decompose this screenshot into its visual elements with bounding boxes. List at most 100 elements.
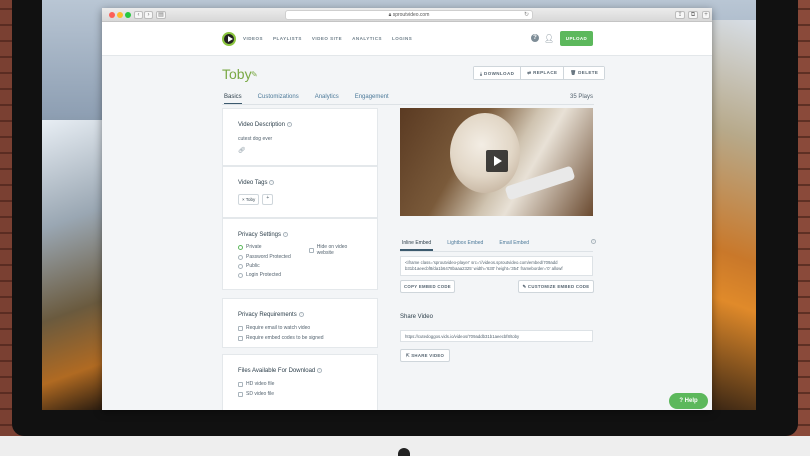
video-actions: ⤓ DOWNLOAD ⇄ REPLACE 🗑︎ DELETE <box>473 66 606 80</box>
requirements-heading: Privacy Requirements i <box>238 312 362 318</box>
checkbox-icon <box>238 381 243 387</box>
radio-private-label: Private <box>246 244 262 251</box>
wallpaper-mountain-left <box>42 120 102 410</box>
radio-icon <box>238 272 243 278</box>
radio-password-label: Password Protected <box>246 254 291 261</box>
info-icon[interactable]: i <box>298 312 304 317</box>
require-signed-checkbox[interactable]: Require embed codes to be signed <box>238 335 362 341</box>
radio-login-protected[interactable]: Login Protected <box>238 272 281 278</box>
tabs-icon[interactable]: ⧉ <box>688 11 698 19</box>
checkbox-icon <box>309 247 314 253</box>
video-title: Toby <box>222 66 252 82</box>
radio-public[interactable]: Public <box>238 263 260 269</box>
tag-list: × Toby + <box>238 194 362 206</box>
share-video-label: SHARE VIDEO <box>411 352 445 358</box>
files-heading-text: Files Available For Download <box>238 368 316 375</box>
requirements-card: Privacy Requirements i Require email to w… <box>222 298 378 348</box>
tags-heading-text: Video Tags <box>238 180 268 187</box>
radio-selected-icon <box>238 244 243 250</box>
help-circle-icon[interactable]: ? <box>531 34 539 42</box>
tag-label: Toby <box>245 197 256 203</box>
tab-inline-embed[interactable]: Inline Embed <box>400 240 434 251</box>
info-icon[interactable]: i <box>269 180 275 185</box>
share-heading: Share Video <box>400 314 433 320</box>
nav-videos[interactable]: VIDEOS <box>243 36 263 41</box>
copy-embed-code-button[interactable]: COPY EMBED CODE <box>400 280 455 293</box>
browser-titlebar: ‹ › ▤ 🔒︎ sproutvideo.com ↻ ⇪ ⧉ + <box>102 8 712 22</box>
upload-button[interactable]: UPLOAD <box>560 31 593 46</box>
address-text: sproutvideo.com <box>392 12 430 18</box>
require-email-checkbox[interactable]: Require email to watch video <box>238 325 362 331</box>
info-icon[interactable]: i <box>317 368 323 373</box>
video-player[interactable] <box>400 108 593 216</box>
info-icon[interactable]: i <box>283 232 289 237</box>
nav-video-site[interactable]: VIDEO SITE <box>312 36 342 41</box>
tab-lightbox-embed[interactable]: Lightbox Embed <box>445 240 485 251</box>
help-label: Help <box>684 398 698 404</box>
edit-pencil-icon[interactable]: ✎ <box>251 70 258 79</box>
play-icon[interactable] <box>486 150 508 172</box>
link-icon[interactable]: 🔗︎ <box>238 147 362 154</box>
customize-embed-code-button[interactable]: ✎ CUSTOMIZE EMBED CODE <box>518 280 594 293</box>
reload-icon[interactable]: ↻ <box>524 11 529 20</box>
user-icon[interactable]: 👤︎ <box>544 34 554 43</box>
hide-on-site-checkbox[interactable]: Hide on video website <box>309 244 362 256</box>
tags-card: Video Tags i × Toby + <box>222 166 378 218</box>
new-tab-icon[interactable]: + <box>702 11 710 19</box>
info-icon[interactable]: i <box>286 122 292 127</box>
require-email-label: Require email to watch video <box>246 325 311 332</box>
download-button[interactable]: ⤓ DOWNLOAD <box>474 67 522 79</box>
delete-button[interactable]: 🗑︎ DELETE <box>564 67 605 79</box>
sidebar-icon[interactable]: ▤ <box>156 11 166 19</box>
sd-file-checkbox[interactable]: SD video file <box>238 391 362 397</box>
minimize-window-button[interactable] <box>117 12 123 18</box>
replace-label: REPLACE <box>533 70 558 75</box>
description-text[interactable]: cutest dog ever <box>238 136 362 142</box>
embed-tabs: Inline Embed Lightbox Embed Email Embed <box>400 240 593 252</box>
address-bar[interactable]: 🔒︎ sproutvideo.com ↻ <box>285 10 533 20</box>
radio-icon <box>238 254 243 260</box>
hd-file-label: HD video file <box>246 381 275 388</box>
radio-private[interactable]: Private <box>238 244 262 250</box>
nav-logins[interactable]: LOGINS <box>392 36 412 41</box>
radio-password-protected[interactable]: Password Protected <box>238 254 291 260</box>
description-card: Video Description i cutest dog ever 🔗︎ <box>222 108 378 166</box>
hd-file-checkbox[interactable]: HD video file <box>238 381 362 387</box>
video-thumbnail <box>450 113 520 193</box>
tags-heading: Video Tags i <box>238 180 362 186</box>
basics-left-column: Video Description i cutest dog ever 🔗︎ Vi… <box>222 108 378 410</box>
nav-playlists[interactable]: PLAYLISTS <box>273 36 302 41</box>
help-button[interactable]: ? Help <box>669 393 708 409</box>
delete-label: DELETE <box>578 70 599 75</box>
privacy-card: Privacy Settings i Private Password Prote… <box>222 218 378 290</box>
sproutvideo-logo-icon[interactable] <box>222 32 236 46</box>
tab-email-embed[interactable]: Email Embed <box>497 240 531 251</box>
download-label: DOWNLOAD <box>484 70 515 76</box>
require-signed-label: Require embed codes to be signed <box>246 335 324 342</box>
apple-logo-icon <box>398 448 410 456</box>
add-tag-button[interactable]: + <box>262 194 274 206</box>
share-url-field[interactable]: https://cutedoggos.vids.io/videos/709add… <box>400 330 593 342</box>
files-heading: Files Available For Download i <box>238 368 362 374</box>
hide-on-site-label: Hide on video website <box>316 244 348 257</box>
radio-icon <box>238 263 243 269</box>
checkbox-icon <box>238 335 243 341</box>
tag-item[interactable]: × Toby <box>238 194 260 206</box>
embed-code-field[interactable]: <iframe class='sproutvideo-player' src='… <box>400 256 593 276</box>
close-window-button[interactable] <box>109 12 115 18</box>
info-icon[interactable]: i <box>591 239 596 244</box>
forward-icon[interactable]: › <box>144 11 153 19</box>
tab-divider <box>222 104 594 105</box>
back-icon[interactable]: ‹ <box>134 11 143 19</box>
share-icon[interactable]: ⇪ <box>675 11 685 19</box>
lock-icon: 🔒︎ <box>388 12 392 18</box>
sd-file-label: SD video file <box>246 391 275 398</box>
privacy-heading-text: Privacy Settings <box>238 232 282 239</box>
share-video-button[interactable]: ⇱ SHARE VIDEO <box>400 349 450 362</box>
replace-button[interactable]: ⇄ REPLACE <box>521 67 565 79</box>
zoom-window-button[interactable] <box>125 12 131 18</box>
trash-icon: 🗑︎ <box>570 70 579 75</box>
radio-public-label: Public <box>246 263 260 270</box>
requirements-heading-text: Privacy Requirements <box>238 312 297 319</box>
nav-analytics[interactable]: ANALYTICS <box>352 36 382 41</box>
